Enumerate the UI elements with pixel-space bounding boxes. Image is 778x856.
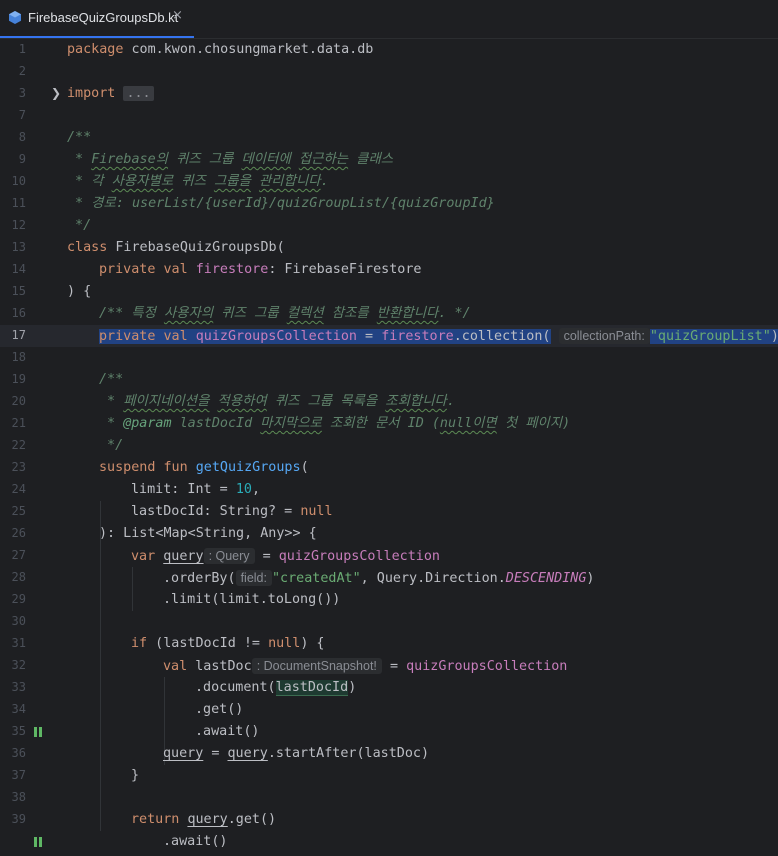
code-line: 22 */ [0,435,778,457]
code-line: 18 [0,347,778,369]
tab-firebase-quiz-groups-db[interactable]: FirebaseQuizGroupsDb.kt × [0,0,194,38]
code-line: 13 class FirebaseQuizGroupsDb( [0,237,778,259]
line-number: 13 [11,240,26,254]
code-line: 12 */ [0,215,778,237]
code-line: 27 var query: Query = quizGroupsCollecti… [0,545,778,567]
code-line: 28 .orderBy(field: "createdAt", Query.Dir… [0,567,778,589]
fold-expand-icon[interactable]: ❯ [51,86,61,100]
code-line: 21 * @param lastDocId 마지막으로 조회한 문서 ID (n… [0,413,778,435]
code-line: 8 /** [0,127,778,149]
code-line: 9 * Firebase의 퀴즈 그룹 데이터에 접근하는 클래스 [0,149,778,171]
code-line: 39 return query.get() [0,809,778,831]
line-number: 24 [11,482,26,496]
line-number: 32 [11,658,26,672]
line-number: 3 [18,86,26,100]
line-number: 18 [11,350,26,364]
type-hint: : Query [203,548,255,564]
code-line: 11 * 경로: userList/{userId}/quizGroupList… [0,193,778,215]
code-line: 10 * 각 사용자별로 퀴즈 그룹을 관리합니다. [0,171,778,193]
line-number: 36 [11,746,26,760]
line-number: 9 [18,152,26,166]
line-number: 25 [11,504,26,518]
line-number: 37 [11,768,26,782]
type-hint: : DocumentSnapshot! [251,658,382,674]
line-number: 2 [18,64,26,78]
editor-tab-bar: FirebaseQuizGroupsDb.kt × [0,0,778,39]
parameter-hint: field: [235,570,272,586]
code-line: 1 package com.kwon.chosungmarket.data.db [0,39,778,61]
line-number: 12 [11,218,26,232]
line-number: 34 [11,702,26,716]
code-line-current: 17 private val quizGroupsCollection = fi… [0,325,778,347]
line-number: 16 [11,306,26,320]
code-line: 23 suspend fun getQuizGroups( [0,457,778,479]
code-line: 36 query = query.startAfter(lastDoc) [0,743,778,765]
code-line: 30 [0,611,778,633]
close-icon[interactable]: × [172,8,183,23]
line-number: 1 [18,42,26,56]
line-number: 15 [11,284,26,298]
folded-imports[interactable]: ... [123,86,154,101]
kotlin-file-icon [9,11,21,24]
line-number: 29 [11,592,26,606]
line-number: 35 [11,724,26,738]
line-number: 8 [18,130,26,144]
line-number: 7 [18,108,26,122]
code-line: 15 ) { [0,281,778,303]
line-number: 22 [11,438,26,452]
code-line: 14 private val firestore: FirebaseFirest… [0,259,778,281]
code-line: 26 ): List<Map<String, Any>> { [0,523,778,545]
line-number: 38 [11,790,26,804]
code-line: 24 limit: Int = 10, [0,479,778,501]
line-number: 20 [11,394,26,408]
code-line: 2 [0,61,778,83]
code-line: 7 [0,105,778,127]
line-number: 33 [11,680,26,694]
line-number: 19 [11,372,26,386]
code-line: 25 lastDocId: String? = null [0,501,778,523]
line-number: 14 [11,262,26,276]
code-line: 19 /** [0,369,778,391]
suspend-call-icon[interactable] [34,727,42,737]
code-line: 35 .await() [0,721,778,743]
code-line: 33 .document(lastDocId) [0,677,778,699]
line-number: 17 [11,328,26,342]
code-line: 34 .get() [0,699,778,721]
line-number: 26 [11,526,26,540]
code-line: 32 val lastDoc: DocumentSnapshot! = quiz… [0,655,778,677]
line-number: 11 [11,196,26,210]
code-line: 38 [0,787,778,809]
line-number: 31 [11,636,26,650]
code-line: .await() [0,831,778,853]
parameter-hint: collectionPath: [558,328,650,344]
line-number: 27 [11,548,26,562]
line-number: 28 [11,570,26,584]
code-line: 20 * 페이지네이션을 적용하여 퀴즈 그룹 목록을 조회합니다. [0,391,778,413]
code-line: 3 ❯ import ... [0,83,778,105]
code-line: 29 .limit(limit.toLong()) [0,589,778,611]
line-number: 10 [11,174,26,188]
suspend-call-icon[interactable] [34,837,42,847]
code-line: 16 /** 특정 사용자의 퀴즈 그룹 컬렉션 참조를 반환합니다. */ [0,303,778,325]
line-number: 30 [11,614,26,628]
tab-label: FirebaseQuizGroupsDb.kt [28,10,179,25]
line-number: 39 [11,812,26,826]
code-editor[interactable]: 1 package com.kwon.chosungmarket.data.db… [0,39,778,856]
line-number: 21 [11,416,26,430]
code-line: 37 } [0,765,778,787]
line-number: 23 [11,460,26,474]
code-line: 31 if (lastDocId != null) { [0,633,778,655]
